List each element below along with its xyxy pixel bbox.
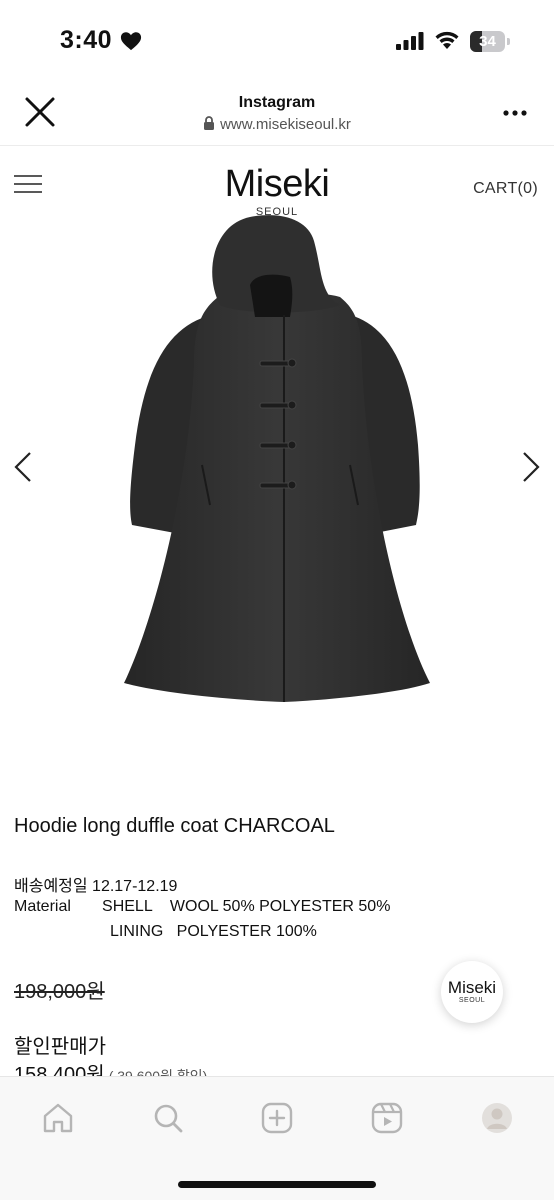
more-options-icon[interactable]	[498, 106, 532, 120]
floating-brand-sub: SEOUL	[458, 997, 486, 1004]
material-lining: LINING POLYESTER 100%	[110, 923, 317, 940]
floating-brand-logo: Miseki	[447, 978, 497, 997]
signal-icon	[396, 32, 424, 50]
floating-brand-button[interactable]: Miseki SEOUL	[441, 961, 503, 1023]
battery-indicator: 34	[470, 31, 510, 52]
sale-price-row: 158,400원( 39,600원 할인)	[14, 1058, 207, 1076]
logo-text: Miseki	[224, 163, 330, 205]
create-icon[interactable]	[259, 1100, 295, 1136]
browser-header: Instagram www.misekiseoul.kr	[0, 80, 554, 146]
search-icon[interactable]	[150, 1100, 186, 1136]
browser-url-row[interactable]: www.misekiseoul.kr	[0, 116, 554, 133]
reels-icon[interactable]	[369, 1100, 405, 1136]
status-bar: 3:40 34	[0, 0, 554, 80]
lock-icon	[204, 116, 215, 130]
product-image	[124, 215, 430, 702]
original-price: 198,000원	[14, 981, 105, 1003]
sale-price-label: 할인판매가	[14, 1036, 106, 1058]
shipping-date: 배송예정일 12.17-12.19	[14, 878, 178, 895]
cart-link[interactable]: CART(0)	[473, 180, 538, 198]
profile-icon[interactable]	[479, 1100, 515, 1136]
heart-icon	[120, 32, 142, 51]
browser-title: Instagram	[238, 94, 316, 111]
previous-image-arrow-icon[interactable]	[12, 450, 34, 484]
battery-percent: 34	[479, 33, 496, 50]
site-logo[interactable]: Miseki SEOUL	[0, 164, 554, 218]
sale-price: 158,400원	[14, 1064, 105, 1076]
product-name: Hoodie long duffle coat CHARCOAL	[14, 815, 335, 837]
next-image-arrow-icon[interactable]	[520, 450, 542, 484]
home-indicator	[178, 1181, 376, 1188]
wifi-icon	[435, 31, 459, 49]
browser-url: www.misekiseoul.kr	[220, 116, 351, 133]
sale-discount: ( 39,600원 할인)	[108, 1068, 208, 1076]
material-shell: Material SHELL WOOL 50% POLYESTER 50%	[14, 898, 391, 915]
status-time: 3:40	[60, 26, 113, 54]
home-icon[interactable]	[40, 1100, 76, 1136]
